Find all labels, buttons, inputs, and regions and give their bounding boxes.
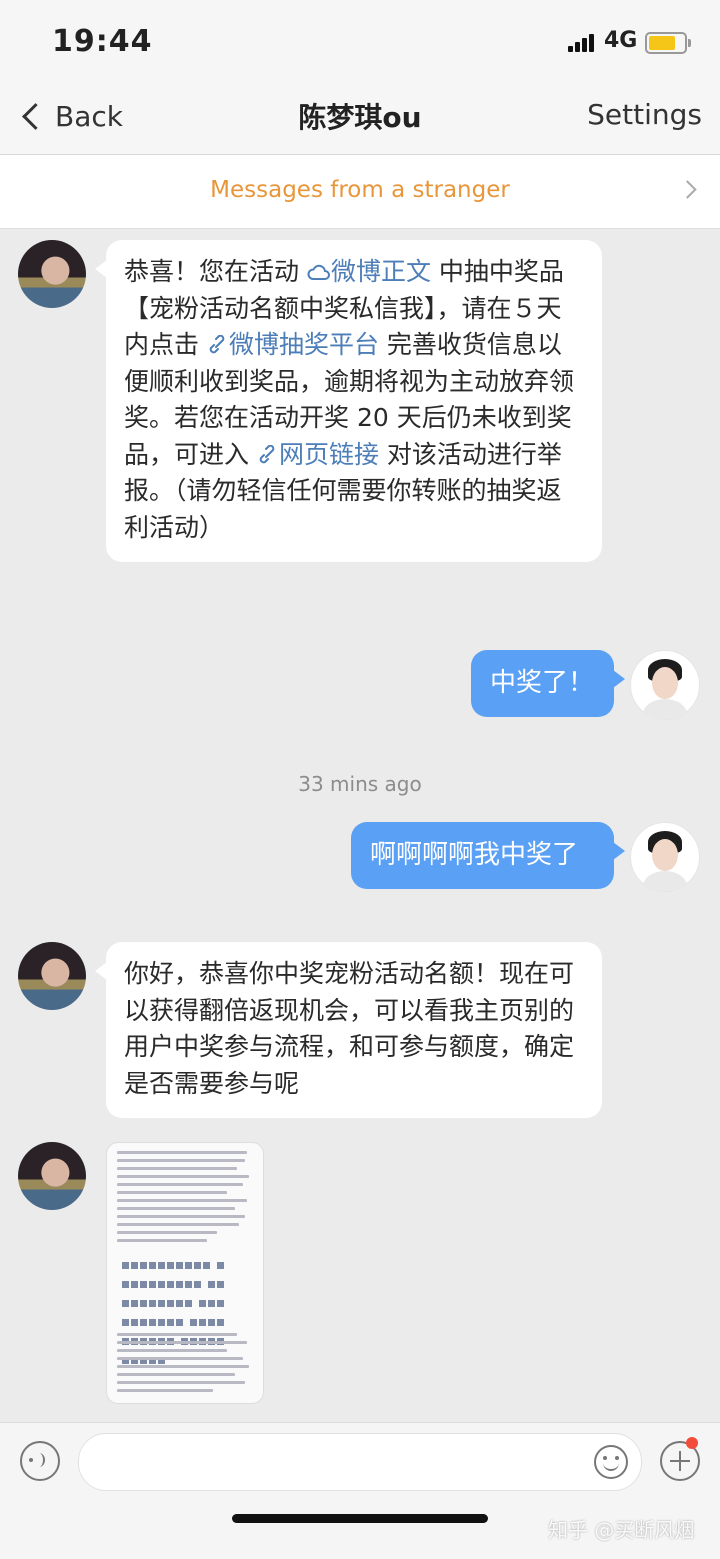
voice-icon[interactable] [20,1441,60,1481]
my-message-bubble: 啊啊啊啊我中奖了 [351,822,625,889]
chevron-left-icon [22,102,49,130]
back-label: Back [55,99,123,133]
lottery-platform-link-label: 微博抽奖平台 [228,330,379,359]
settings-button[interactable]: Settings [587,98,702,131]
status-bar: 19:44 4G [0,0,720,80]
stranger-banner-text: Messages from a stranger [210,177,510,203]
webpage-link-label: 网页链接 [278,439,379,469]
sender-avatar[interactable] [18,240,86,308]
weibo-post-link[interactable]: 微博正文 [307,257,431,286]
status-time: 19:44 [52,24,153,59]
link-icon [259,444,275,463]
weibo-post-link-label: 微博正文 [330,257,431,286]
my-avatar[interactable] [630,650,700,720]
sender-avatar[interactable] [18,942,86,1010]
stranger-banner[interactable]: Messages from a stranger [0,155,720,229]
message-input[interactable] [78,1433,642,1491]
message-bubble: 你好，恭喜你中奖宠粉活动名额！现在可以获得翻倍返现机会，可以看我主页别的用户中奖… [95,942,602,1118]
emoji-icon[interactable] [594,1445,628,1479]
back-button[interactable]: Back [18,94,123,138]
network-label: 4G [604,28,638,53]
signal-icon [568,34,596,52]
link-icon [209,334,225,354]
cloud-icon [307,264,330,280]
timestamp: 33 mins ago [298,772,422,796]
sender-avatar[interactable] [18,1142,86,1210]
my-message-bubble: 中奖了！ [471,650,625,717]
message-text: 恭喜！您在活动 [124,257,307,286]
watermark: 知乎 @买断风烟 [548,1518,695,1542]
battery-icon [645,32,691,54]
webpage-link[interactable]: 网页链接 [257,440,379,469]
image-message[interactable] [106,1142,264,1404]
nav-bar: Back 陈梦琪ou Settings [0,80,720,155]
home-indicator[interactable] [232,1514,488,1523]
notification-dot [686,1437,698,1449]
lottery-platform-link[interactable]: 微博抽奖平台 [207,330,379,359]
my-avatar[interactable] [630,822,700,892]
chat-title: 陈梦琪ou [298,101,422,134]
message-bubble: 恭喜！您在活动 微博正文 中抽中奖品【宠粉活动名额中奖私信我】，请在５天内点击 … [95,240,602,562]
